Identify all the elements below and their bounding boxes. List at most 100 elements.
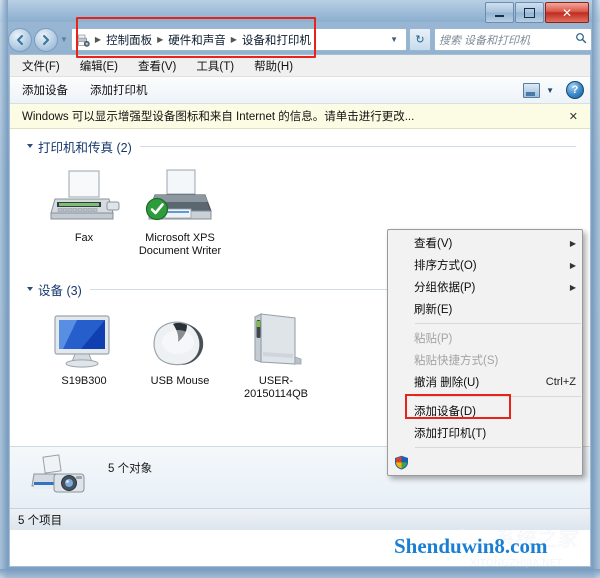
- menu-bar: 文件(F) 编辑(E) 查看(V) 工具(T) 帮助(H): [10, 55, 590, 77]
- context-menu-item-sort-by[interactable]: 排序方式(O) ▶: [388, 254, 582, 276]
- context-menu-item-view[interactable]: 查看(V) ▶: [388, 232, 582, 254]
- context-menu-label: 粘贴(P): [414, 333, 453, 345]
- notification-text: Windows 可以显示增强型设备图标和来自 Internet 的信息。请单击进…: [22, 111, 415, 123]
- menu-tools[interactable]: 工具(T): [196, 58, 234, 74]
- context-menu-separator: [415, 396, 581, 397]
- close-icon: ✕: [561, 5, 573, 20]
- printer-icon: [143, 165, 217, 227]
- device-label: Microsoft XPS Document Writer: [138, 232, 222, 257]
- close-icon[interactable]: ✕: [565, 110, 582, 123]
- context-menu-label: 添加打印机(T): [414, 428, 487, 440]
- recent-pages-chevron-icon[interactable]: ▼: [60, 35, 68, 44]
- search-icon: [575, 32, 587, 47]
- menu-file[interactable]: 文件(F): [22, 58, 60, 74]
- refresh-icon: ↻: [415, 34, 425, 46]
- forward-button[interactable]: [34, 27, 58, 52]
- context-menu-label: 排序方式(O): [414, 260, 477, 272]
- context-menu-item-device-manager[interactable]: [388, 451, 582, 473]
- context-menu-item-group-by[interactable]: 分组依据(P) ▶: [388, 276, 582, 298]
- context-menu-label: 撤消 删除(U): [414, 377, 480, 389]
- context-menu: 查看(V) ▶ 排序方式(O) ▶ 分组依据(P) ▶ 刷新(E) 粘贴(P) …: [387, 229, 583, 476]
- command-bar: 添加设备 添加打印机 ▼ ?: [10, 77, 590, 104]
- context-menu-item-add-printer[interactable]: 添加打印机(T): [388, 422, 582, 444]
- window-frame-right: [592, 0, 600, 578]
- device-item-monitor[interactable]: S19B300: [36, 308, 132, 401]
- printer-camera-icon: [30, 452, 92, 503]
- submenu-arrow-icon: ▶: [569, 260, 576, 270]
- context-menu-item-refresh[interactable]: 刷新(E): [388, 298, 582, 320]
- device-label: Fax: [74, 232, 94, 244]
- window-frame-left: [0, 0, 8, 578]
- context-menu-item-undo-delete[interactable]: 撤消 删除(U) Ctrl+Z: [388, 371, 582, 393]
- context-menu-label: 添加设备(D): [414, 406, 476, 418]
- context-menu-accelerator: Ctrl+Z: [545, 376, 576, 388]
- explorer-window: ✕ ▼ ▶ 控制面板 ▶ 硬件和声音 ▶ 设备和打印机 ▼ ↻ 搜索 设备和打印…: [0, 0, 600, 578]
- context-menu-label: 查看(V): [414, 238, 453, 250]
- forward-arrow-icon: [43, 34, 49, 45]
- collapse-triangle-icon[interactable]: [27, 287, 33, 291]
- minimize-button[interactable]: [485, 2, 514, 23]
- breadcrumb-item-2[interactable]: 设备和打印机: [239, 31, 314, 49]
- breadcrumb: ▶ 控制面板 ▶ 硬件和声音 ▶ 设备和打印机: [93, 31, 386, 49]
- context-menu-label: 分组依据(P): [414, 282, 476, 294]
- add-device-button[interactable]: 添加设备: [22, 82, 68, 98]
- breadcrumb-item-1[interactable]: 硬件和声音: [165, 31, 229, 49]
- context-menu-item-paste-shortcut: 粘贴快捷方式(S): [388, 349, 582, 371]
- devices-printers-icon: [75, 33, 90, 47]
- search-input[interactable]: 搜索 设备和打印机: [434, 28, 592, 51]
- context-menu-item-paste: 粘贴(P): [388, 327, 582, 349]
- breadcrumb-separator-2[interactable]: ▶: [229, 35, 239, 44]
- breadcrumb-separator-1[interactable]: ▶: [155, 35, 165, 44]
- add-printer-button[interactable]: 添加打印机: [90, 82, 148, 98]
- address-bar-row: ▼ ▶ 控制面板 ▶ 硬件和声音 ▶ 设备和打印机 ▼ ↻ 搜索 设备和打印机: [8, 26, 592, 53]
- refresh-button[interactable]: ↻: [409, 28, 431, 51]
- context-menu-item-add-device[interactable]: 添加设备(D): [388, 400, 582, 422]
- menu-view[interactable]: 查看(V): [138, 58, 176, 74]
- section-title-devices: 设备 (3): [38, 283, 82, 298]
- breadcrumb-address-box[interactable]: ▶ 控制面板 ▶ 硬件和声音 ▶ 设备和打印机 ▼: [70, 28, 407, 51]
- close-button[interactable]: ✕: [545, 2, 589, 23]
- breadcrumb-item-0[interactable]: 控制面板: [103, 31, 155, 49]
- submenu-arrow-icon: ▶: [569, 238, 576, 248]
- details-object-count: 5 个对象: [108, 463, 153, 475]
- context-menu-separator: [415, 323, 581, 324]
- maximize-button[interactable]: [515, 2, 544, 23]
- back-button[interactable]: [8, 27, 32, 52]
- watermark-text: Shenduwin8.com: [394, 534, 548, 558]
- fax-printer-icon: [47, 165, 121, 227]
- section-divider: [139, 145, 576, 147]
- breadcrumb-separator-0[interactable]: ▶: [93, 35, 103, 44]
- context-menu-separator: [415, 447, 581, 448]
- device-item-usb-mouse[interactable]: USB Mouse: [132, 308, 228, 401]
- menu-help[interactable]: 帮助(H): [254, 58, 293, 74]
- device-label: USB Mouse: [150, 375, 210, 387]
- minimize-icon: [495, 14, 504, 17]
- window-controls: ✕: [485, 2, 589, 23]
- help-icon[interactable]: ?: [566, 81, 584, 99]
- change-view-icon[interactable]: [523, 82, 541, 98]
- device-label: USER-20150114QB: [243, 375, 309, 400]
- section-header[interactable]: 打印机和传真 (2): [10, 137, 590, 155]
- device-label: S19B300: [61, 375, 107, 387]
- address-dropdown-icon[interactable]: ▼: [386, 35, 404, 44]
- context-menu-label: 粘贴快捷方式(S): [414, 355, 499, 367]
- device-item-computer[interactable]: USER-20150114QB: [228, 308, 324, 401]
- computer-tower-icon: [239, 308, 313, 370]
- collapse-triangle-icon[interactable]: [27, 144, 33, 148]
- device-item-fax[interactable]: Fax: [36, 165, 132, 258]
- mouse-icon: [143, 308, 217, 370]
- uac-shield-icon: [388, 455, 414, 470]
- menu-edit[interactable]: 编辑(E): [80, 58, 118, 74]
- context-menu-label: 刷新(E): [414, 304, 453, 316]
- section-title-printers: 打印机和传真 (2): [38, 140, 132, 155]
- maximize-icon: [524, 7, 535, 18]
- status-item-count: 5 个项目: [18, 514, 63, 527]
- notification-bar[interactable]: Windows 可以显示增强型设备图标和来自 Internet 的信息。请单击进…: [10, 104, 590, 129]
- device-item-xps-writer[interactable]: Microsoft XPS Document Writer: [132, 165, 228, 258]
- svg-text:XITONGZHIJIA.NET: XITONGZHIJIA.NET: [470, 558, 563, 569]
- monitor-icon: [47, 308, 121, 370]
- back-arrow-icon: [17, 34, 23, 45]
- view-chevron-down-icon[interactable]: ▼: [546, 86, 554, 95]
- search-placeholder: 搜索 设备和打印机: [439, 34, 531, 47]
- submenu-arrow-icon: ▶: [569, 282, 576, 292]
